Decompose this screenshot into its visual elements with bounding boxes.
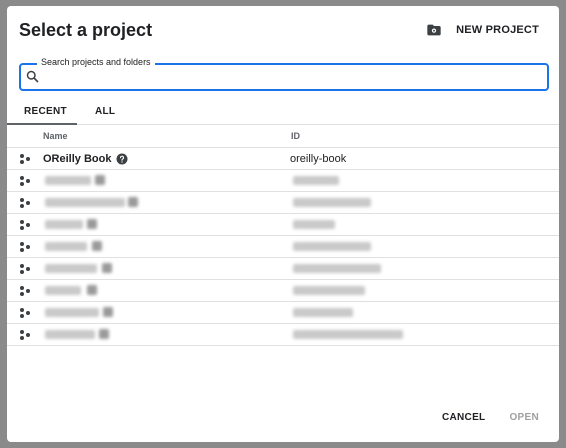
redacted-project-id [293, 264, 381, 273]
cancel-button[interactable]: CANCEL [442, 412, 485, 423]
table-row[interactable] [7, 214, 559, 236]
table-row[interactable] [7, 258, 559, 280]
column-header-id[interactable]: ID [291, 131, 300, 141]
redacted-icon [95, 175, 105, 185]
dialog-title: Select a project [19, 20, 153, 40]
redacted-project-id [293, 308, 353, 317]
redacted-icon [102, 263, 112, 273]
new-project-button[interactable]: NEW PROJECT [426, 20, 539, 40]
folder-settings-icon [426, 22, 442, 38]
project-name: OReilly Book [43, 153, 128, 165]
new-project-label: NEW PROJECT [456, 24, 539, 36]
table-row[interactable] [7, 192, 559, 214]
tab-recent[interactable]: RECENT [24, 106, 67, 117]
redacted-project-id [293, 330, 403, 339]
redacted-project-id [293, 220, 335, 229]
table-row[interactable] [7, 324, 559, 346]
tab-all[interactable]: ALL [95, 106, 115, 117]
project-name-text: OReilly Book [43, 153, 112, 165]
redacted-project-id [293, 198, 371, 207]
project-icon [20, 154, 30, 164]
project-icon [20, 308, 30, 318]
redacted-project-name [45, 198, 125, 207]
redacted-icon [128, 197, 138, 207]
redacted-project-name [45, 286, 81, 295]
table-row[interactable] [7, 302, 559, 324]
redacted-icon [92, 241, 102, 251]
projects-table: Name ID OReilly Book oreilly-book [7, 125, 559, 346]
redacted-project-name [45, 264, 97, 273]
redacted-icon [87, 219, 97, 229]
redacted-project-name [45, 220, 83, 229]
project-icon [20, 286, 30, 296]
dialog-actions: CANCEL OPEN [442, 412, 539, 423]
project-id: oreilly-book [290, 153, 347, 165]
search-input[interactable] [45, 67, 539, 87]
project-icon [20, 330, 30, 340]
search-icon [26, 70, 39, 83]
search-label: Search projects and folders [37, 57, 155, 67]
redacted-icon [87, 285, 97, 295]
redacted-project-name [45, 330, 95, 339]
project-icon [20, 176, 30, 186]
redacted-project-name [45, 242, 87, 251]
redacted-project-name [45, 176, 91, 185]
table-row[interactable] [7, 236, 559, 258]
help-icon[interactable] [116, 153, 128, 165]
redacted-project-id [293, 242, 371, 251]
table-header: Name ID [7, 125, 559, 148]
redacted-icon [103, 307, 113, 317]
redacted-project-name [45, 308, 99, 317]
select-project-dialog: Select a project NEW PROJECT Search proj… [7, 6, 559, 442]
table-row[interactable] [7, 170, 559, 192]
project-icon [20, 220, 30, 230]
column-header-name[interactable]: Name [43, 131, 68, 141]
table-row[interactable]: OReilly Book oreilly-book [7, 148, 559, 170]
project-icon [20, 264, 30, 274]
open-button[interactable]: OPEN [509, 412, 539, 423]
redacted-project-id [293, 286, 365, 295]
redacted-icon [99, 329, 109, 339]
redacted-project-id [293, 176, 339, 185]
project-icon [20, 198, 30, 208]
tab-bar: RECENT ALL [7, 102, 559, 125]
project-icon [20, 242, 30, 252]
search-field[interactable]: Search projects and folders [19, 57, 549, 91]
table-row[interactable] [7, 280, 559, 302]
